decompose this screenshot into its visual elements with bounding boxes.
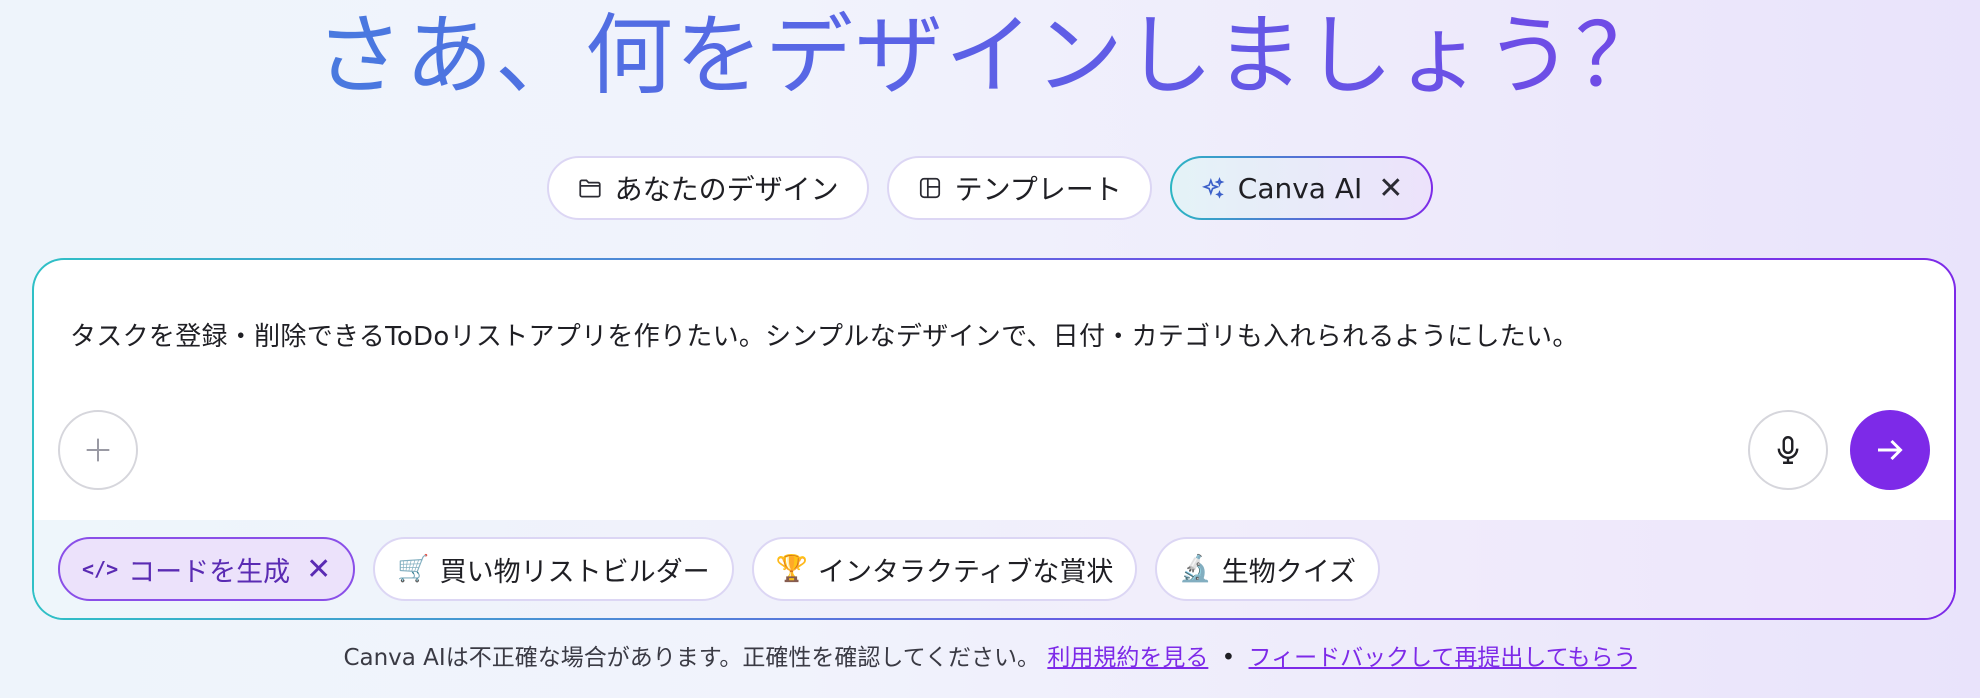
tab-label: テンプレート: [954, 173, 1122, 206]
prompt-box: タスクを登録・削除できるToDoリストアプリを作りたい。シンプルなデザインで、日…: [32, 258, 1956, 620]
chip-interactive-certificate[interactable]: 🏆 インタラクティブな賞状: [751, 537, 1138, 601]
microphone-button[interactable]: [1748, 410, 1828, 490]
page: さあ、何をデザインしましょう？ あなたのデザイン テンプレート Canva AI…: [0, 0, 1980, 698]
microphone-icon: [1777, 436, 1799, 464]
chip-label: コードを生成: [128, 556, 291, 588]
chip-label: インタラクティブな賞状: [818, 556, 1114, 588]
send-button[interactable]: [1850, 410, 1930, 490]
chip-shopping-list-builder[interactable]: 🛒 買い物リストビルダー: [373, 537, 734, 601]
microscope-icon: 🔬: [1179, 554, 1212, 584]
shopping-cart-icon: 🛒: [397, 554, 430, 584]
tab-your-designs[interactable]: あなたのデザイン: [546, 156, 869, 220]
add-button[interactable]: [58, 410, 138, 490]
page-title: さあ、何をデザインしましょう？: [0, 2, 1980, 110]
chip-generate-code[interactable]: </> コードを生成 ✕: [58, 537, 356, 601]
close-icon[interactable]: ✕: [1378, 171, 1403, 206]
footer-disclaimer: Canva AIは不正確な場合があります。正確性を確認してください。 利用規約を…: [0, 638, 1980, 672]
terms-link[interactable]: 利用規約を見る: [1047, 645, 1208, 671]
suggestion-bar: </> コードを生成 ✕ 🛒 買い物リストビルダー 🏆 インタラクティブな賞状 …: [34, 520, 1954, 618]
chip-label: 買い物リストビルダー: [439, 556, 710, 588]
tab-canva-ai[interactable]: Canva AI ✕: [1170, 156, 1434, 220]
chip-biology-quiz[interactable]: 🔬 生物クイズ: [1155, 537, 1380, 601]
trophy-icon: 🏆: [775, 554, 809, 584]
feedback-link[interactable]: フィードバックして再提出してもらう: [1249, 645, 1637, 671]
mode-tabs: あなたのデザイン テンプレート Canva AI ✕: [0, 156, 1980, 220]
chip-label: 生物クイズ: [1221, 556, 1356, 588]
arrow-right-icon: [1878, 439, 1903, 461]
folder-icon: [577, 175, 603, 201]
separator: •: [1221, 645, 1236, 671]
disclaimer-text: Canva AIは不正確な場合があります。正確性を確認してください。: [343, 645, 1041, 671]
prompt-input[interactable]: タスクを登録・削除できるToDoリストアプリを作りたい。シンプルなデザインで、日…: [70, 316, 1918, 353]
tab-label: Canva AI: [1237, 171, 1363, 205]
tab-templates[interactable]: テンプレート: [886, 156, 1152, 220]
code-icon: </>: [82, 557, 119, 581]
plus-icon: [86, 438, 110, 462]
close-icon[interactable]: ✕: [306, 552, 331, 587]
tab-label: あなたのデザイン: [614, 173, 839, 206]
template-icon: [917, 175, 943, 201]
sparkle-icon: [1200, 175, 1226, 201]
